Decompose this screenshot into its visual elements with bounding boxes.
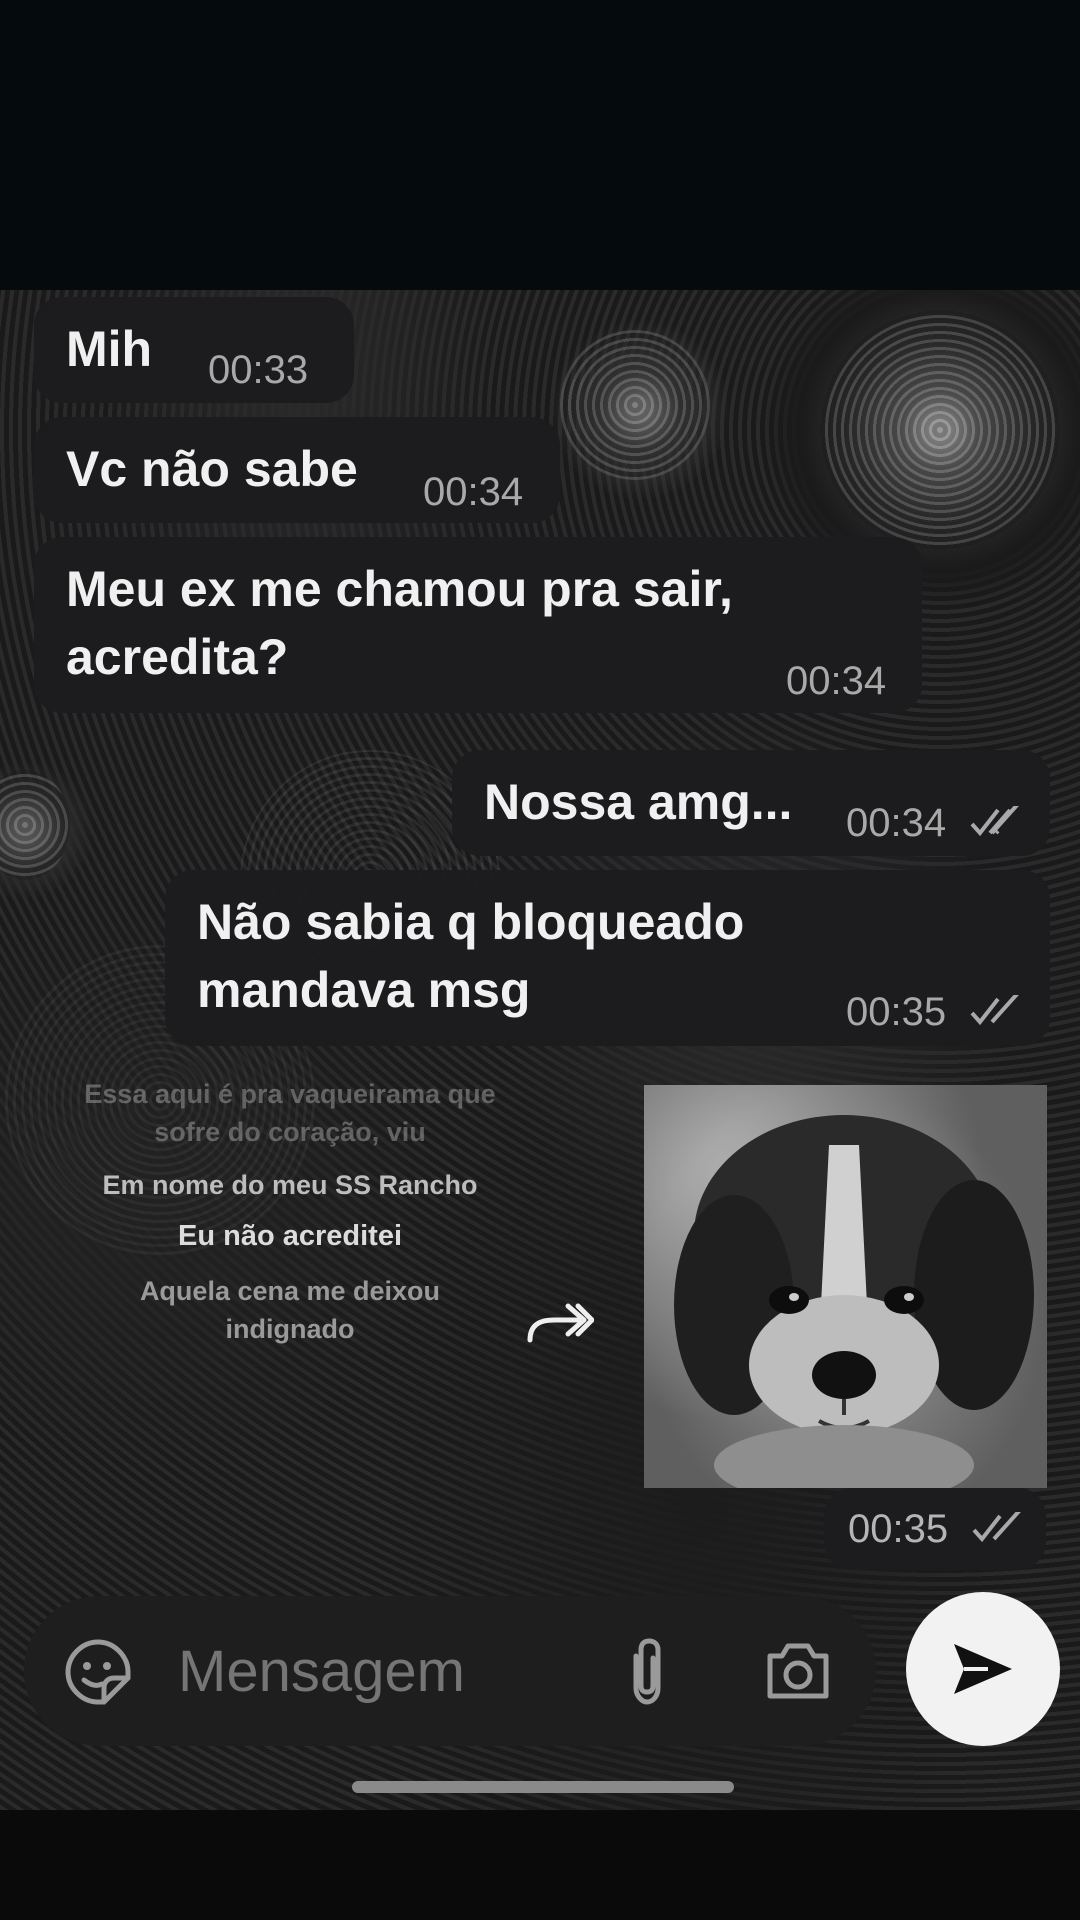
double-check-icon [972, 1512, 1021, 1543]
message-bubble-outgoing[interactable]: Não sabia q bloqueado mandava msg 00:35 [165, 870, 1050, 1046]
lyrics-text: indignado [225, 1314, 355, 1344]
forward-icon[interactable] [524, 1296, 594, 1346]
double-check-icon [970, 806, 1019, 837]
send-button[interactable] [906, 1592, 1060, 1746]
status-area [0, 0, 1080, 290]
image-message-photo[interactable] [644, 1085, 1047, 1488]
message-text: Mih [66, 321, 153, 377]
wallpaper-swirl [560, 330, 710, 480]
camera-icon[interactable] [764, 1640, 832, 1702]
message-text: Vc não sabe [66, 441, 358, 497]
message-time: 00:34 [846, 801, 947, 845]
message-composer[interactable] [24, 1596, 876, 1746]
double-check-icon [970, 995, 1019, 1026]
home-indicator[interactable] [352, 1781, 734, 1793]
paperclip-icon[interactable] [624, 1636, 670, 1708]
message-bubble-incoming[interactable]: Vc não sabe 00:34 [34, 417, 560, 523]
message-time: 00:35 [848, 1507, 949, 1551]
message-input[interactable] [178, 1640, 598, 1704]
image-time-badge: 00:35 [824, 1488, 1046, 1570]
message-time: 00:34 [423, 470, 524, 514]
lyrics-text: Aquela cena me deixou [139, 1276, 441, 1306]
message-text-line-1: Meu ex me chamou pra sair, [66, 561, 733, 617]
sticker-icon[interactable] [64, 1638, 132, 1706]
send-icon [954, 1644, 1012, 1694]
message-text: Nossa amg... [484, 774, 793, 830]
message-bubble-incoming[interactable]: Meu ex me chamou pra sair, acredita? 00:… [34, 537, 922, 713]
message-time: 00:35 [846, 990, 947, 1034]
lyrics-text: sofre do coração, viu [154, 1117, 426, 1147]
message-bubble-outgoing[interactable]: Nossa amg... 00:34 [452, 750, 1050, 856]
lyrics-text: Essa aqui é pra vaqueirama que [84, 1079, 496, 1109]
message-time: 00:33 [208, 348, 309, 392]
message-time: 00:34 [786, 659, 887, 703]
lyrics-line: Essa aqui é pra vaqueirama que sofre do … [40, 1075, 540, 1151]
wallpaper-swirl [0, 770, 70, 880]
lyrics-line: Em nome do meu SS Rancho [102, 1170, 478, 1200]
puppy-image [674, 1115, 1034, 1488]
navigation-area [0, 1810, 1080, 1920]
lyrics-line: Aquela cena me deixou indignado [40, 1272, 540, 1348]
message-bubble-incoming[interactable]: Mih 00:33 [34, 297, 354, 403]
wallpaper-swirl [820, 310, 1060, 550]
message-text-line-1: Não sabia q bloqueado [197, 894, 745, 950]
message-text-line-2: acredita? [66, 629, 289, 685]
message-text-line-2: mandava msg [197, 962, 531, 1018]
lyrics-line: Eu não acreditei [177, 1220, 402, 1252]
